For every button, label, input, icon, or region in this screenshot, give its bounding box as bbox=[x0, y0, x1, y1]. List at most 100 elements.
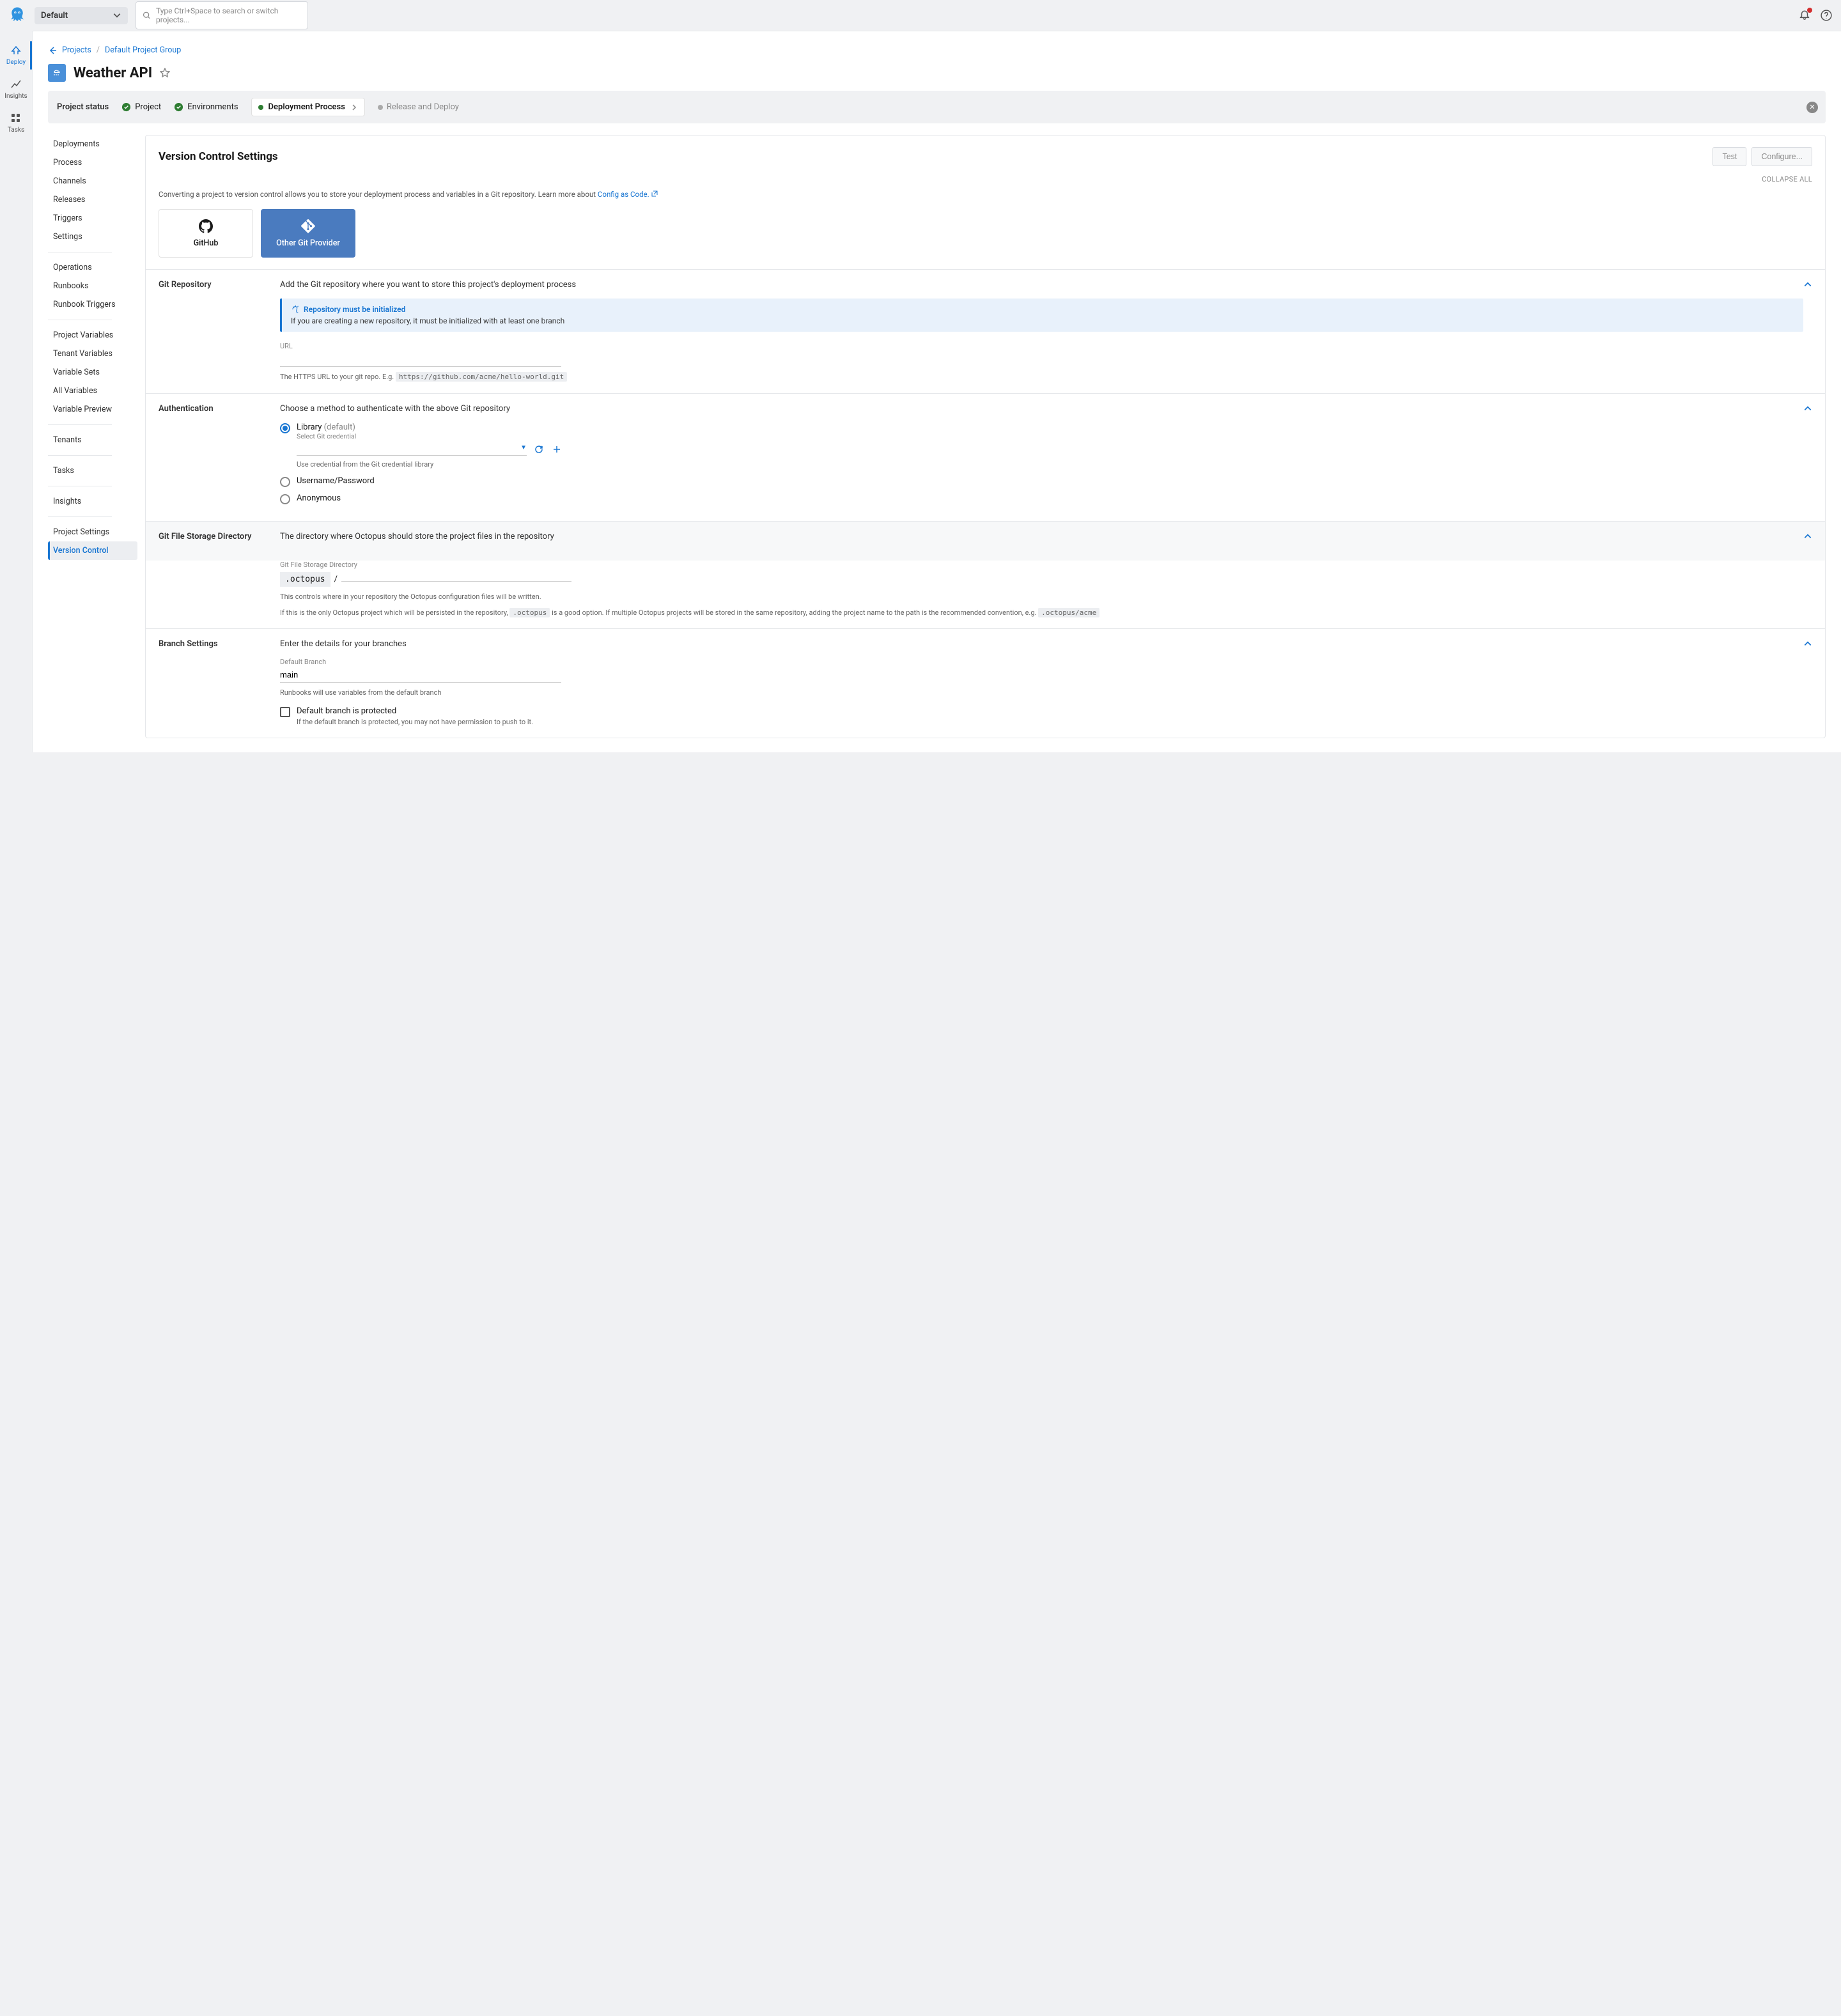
back-arrow-icon[interactable] bbox=[48, 46, 57, 55]
nav-insights[interactable]: Insights bbox=[0, 79, 32, 100]
section-git-repository: Git Repository Add the Git repository wh… bbox=[146, 269, 1825, 393]
nav-tasks[interactable]: Tasks bbox=[0, 112, 32, 134]
nav-project-settings[interactable]: Project Settings bbox=[48, 523, 137, 541]
github-icon bbox=[199, 219, 213, 233]
url-label: URL bbox=[280, 342, 1803, 350]
auth-userpass-radio[interactable]: Username/Password bbox=[280, 476, 1803, 487]
nav-insights-project[interactable]: Insights bbox=[48, 492, 137, 511]
nav-tenant-variables[interactable]: Tenant Variables bbox=[48, 345, 137, 363]
provider-github[interactable]: GitHub bbox=[159, 209, 253, 258]
breadcrumb-projects[interactable]: Projects bbox=[62, 45, 91, 55]
section-desc: Add the Git repository where you want to… bbox=[280, 280, 1803, 290]
notification-dot bbox=[1807, 8, 1812, 13]
git-url-input[interactable] bbox=[280, 352, 561, 367]
test-button[interactable]: Test bbox=[1713, 147, 1746, 166]
breadcrumb-group[interactable]: Default Project Group bbox=[105, 45, 181, 55]
nav-channels[interactable]: Channels bbox=[48, 172, 137, 190]
search-placeholder: Type Ctrl+Space to search or switch proj… bbox=[156, 6, 301, 24]
status-project[interactable]: Project bbox=[121, 102, 161, 112]
space-selector[interactable]: Default bbox=[35, 7, 128, 24]
nav-version-control[interactable]: Version Control bbox=[48, 541, 137, 560]
status-release[interactable]: Release and Deploy bbox=[378, 102, 459, 112]
refresh-icon bbox=[534, 444, 544, 454]
default-branch-input[interactable] bbox=[280, 667, 561, 683]
breadcrumb: Projects / Default Project Group bbox=[48, 45, 1826, 55]
status-deployment-process[interactable]: Deployment Process bbox=[251, 98, 365, 116]
section-authentication: Authentication Choose a method to authen… bbox=[146, 393, 1825, 522]
search-icon bbox=[143, 11, 151, 20]
tasks-icon bbox=[10, 112, 22, 124]
insights-icon bbox=[10, 79, 22, 90]
space-label: Default bbox=[41, 11, 68, 20]
storage-help1: This controls where in your repository t… bbox=[280, 592, 1812, 603]
git-credential-select[interactable]: ▼ bbox=[297, 443, 527, 456]
caret-down-icon: ▼ bbox=[520, 444, 527, 451]
radio-icon bbox=[280, 477, 290, 487]
nav-deployments[interactable]: Deployments bbox=[48, 135, 137, 153]
nav-runbook-triggers[interactable]: Runbook Triggers bbox=[48, 295, 137, 314]
auth-anonymous-radio[interactable]: Anonymous bbox=[280, 493, 1803, 504]
nav-all-variables[interactable]: All Variables bbox=[48, 382, 137, 400]
collapse-toggle[interactable] bbox=[1803, 280, 1812, 289]
config-as-code-link[interactable]: Config as Code. bbox=[598, 190, 658, 199]
project-icon bbox=[48, 64, 66, 82]
default-branch-label: Default Branch bbox=[280, 658, 1803, 666]
nav-project-variables[interactable]: Project Variables bbox=[48, 326, 137, 345]
external-link-icon bbox=[651, 190, 658, 197]
storage-dir-input[interactable]: .octopus bbox=[280, 572, 330, 587]
nav-settings[interactable]: Settings bbox=[48, 228, 137, 246]
search-box[interactable]: Type Ctrl+Space to search or switch proj… bbox=[136, 1, 308, 29]
close-status-button[interactable]: ✕ bbox=[1806, 102, 1818, 113]
section-heading: Authentication bbox=[159, 404, 280, 511]
favorite-button[interactable] bbox=[160, 68, 170, 78]
check-icon bbox=[121, 102, 131, 112]
status-environments[interactable]: Environments bbox=[174, 102, 238, 112]
help-button[interactable] bbox=[1819, 8, 1833, 22]
section-desc: The directory where Octopus should store… bbox=[280, 532, 1803, 541]
refresh-credentials-button[interactable] bbox=[533, 444, 545, 455]
notifications-button[interactable] bbox=[1798, 8, 1812, 22]
checkbox-icon bbox=[280, 707, 290, 717]
project-status-bar: Project status Project Environments Depl… bbox=[48, 91, 1826, 123]
wave-icon bbox=[291, 305, 300, 314]
section-heading: Git File Storage Directory bbox=[159, 532, 280, 550]
status-dot-grey bbox=[378, 105, 383, 110]
help-icon bbox=[1821, 10, 1832, 21]
status-dot-green bbox=[258, 105, 263, 110]
plus-icon bbox=[552, 444, 562, 454]
section-heading: Git Repository bbox=[159, 280, 280, 383]
nav-runbooks[interactable]: Runbooks bbox=[48, 277, 137, 295]
section-branch-settings: Branch Settings Enter the details for yo… bbox=[146, 628, 1825, 738]
nav-tasks-project[interactable]: Tasks bbox=[48, 461, 137, 480]
auth-library-radio[interactable]: Library (default) Select Git credential … bbox=[280, 423, 1803, 470]
configure-button[interactable]: Configure... bbox=[1752, 147, 1812, 166]
octopus-logo bbox=[8, 6, 27, 25]
provider-other-git[interactable]: Other Git Provider bbox=[261, 209, 355, 258]
section-file-storage-body: Git File Storage Directory .octopus / Th… bbox=[146, 561, 1825, 628]
collapse-toggle[interactable] bbox=[1803, 639, 1812, 648]
storage-label: Git File Storage Directory bbox=[280, 561, 1812, 569]
nav-process[interactable]: Process bbox=[48, 153, 137, 172]
section-heading: Branch Settings bbox=[159, 639, 280, 727]
add-credential-button[interactable] bbox=[551, 444, 563, 455]
nav-triggers[interactable]: Triggers bbox=[48, 209, 137, 228]
branch-help: Runbooks will use variables from the def… bbox=[280, 688, 1803, 699]
radio-icon bbox=[280, 494, 290, 504]
status-label: Project status bbox=[57, 102, 109, 112]
protected-checkbox[interactable]: Default branch is protected If the defau… bbox=[280, 706, 1803, 728]
nav-operations[interactable]: Operations bbox=[48, 258, 137, 277]
nav-variable-sets[interactable]: Variable Sets bbox=[48, 363, 137, 382]
collapse-toggle[interactable] bbox=[1803, 404, 1812, 413]
nav-tenants[interactable]: Tenants bbox=[48, 431, 137, 449]
nav-releases[interactable]: Releases bbox=[48, 190, 137, 209]
section-desc: Enter the details for your branches bbox=[280, 639, 1803, 649]
section-desc: Choose a method to authenticate with the… bbox=[280, 404, 1803, 414]
collapse-toggle[interactable] bbox=[1803, 532, 1812, 541]
nav-variable-preview[interactable]: Variable Preview bbox=[48, 400, 137, 419]
chevron-right-icon bbox=[350, 104, 358, 111]
deploy-icon bbox=[10, 45, 22, 56]
nav-deploy[interactable]: Deploy bbox=[0, 45, 32, 66]
collapse-all-button[interactable]: COLLAPSE ALL bbox=[146, 175, 1825, 190]
url-help: The HTTPS URL to your git repo. E.g. htt… bbox=[280, 372, 1803, 383]
panel-desc: Converting a project to version control … bbox=[146, 190, 1825, 209]
